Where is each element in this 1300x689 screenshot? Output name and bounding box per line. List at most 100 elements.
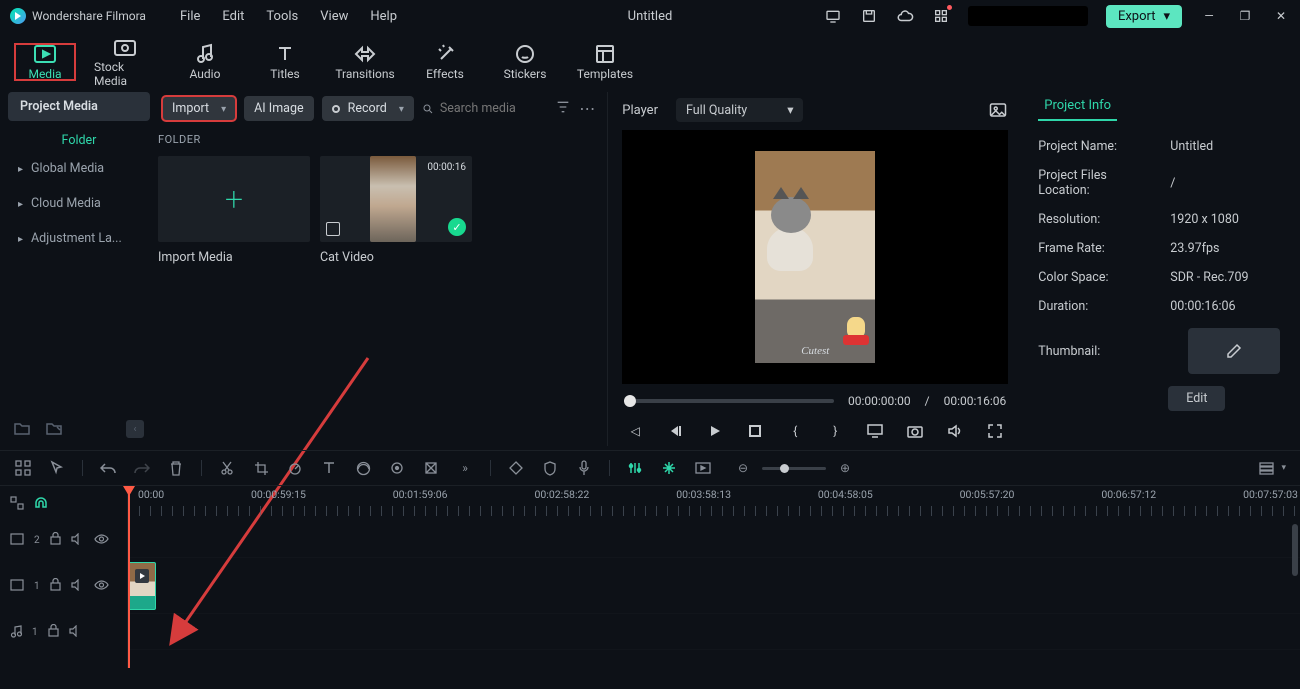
track-head-video-1[interactable]: 1: [0, 558, 127, 614]
mute-icon[interactable]: [71, 533, 84, 548]
stop-button[interactable]: [746, 422, 764, 440]
tab-media[interactable]: Media: [14, 43, 76, 81]
track-audio-1[interactable]: [128, 614, 1300, 650]
folder-link[interactable]: Folder: [8, 133, 150, 148]
zoom-knob[interactable]: [780, 464, 789, 473]
render-preview-button[interactable]: [694, 459, 712, 477]
timeline-clip[interactable]: [128, 562, 156, 610]
track-head-audio-1[interactable]: 1: [0, 614, 127, 650]
new-bin-icon[interactable]: [46, 421, 62, 438]
snapshot-icon[interactable]: [988, 100, 1008, 120]
visibility-icon[interactable]: [94, 579, 109, 593]
split-button[interactable]: [218, 459, 236, 477]
record-button[interactable]: Record: [322, 96, 414, 121]
prev-frame-button[interactable]: ◁: [626, 422, 644, 440]
lock-icon[interactable]: [48, 624, 59, 640]
fullscreen-button[interactable]: [986, 422, 1004, 440]
save-icon[interactable]: [860, 7, 878, 25]
zoom-out-button[interactable]: ⊖: [734, 459, 752, 477]
play-button[interactable]: [706, 422, 724, 440]
preview-viewport[interactable]: Cutest: [622, 130, 1008, 384]
timeline-settings-icon[interactable]: [10, 496, 24, 513]
menu-view[interactable]: View: [320, 9, 348, 24]
menu-file[interactable]: File: [180, 9, 200, 24]
magnet-toggle-icon[interactable]: [34, 496, 48, 513]
more-tools-button[interactable]: »: [456, 459, 474, 477]
playhead[interactable]: [128, 486, 130, 668]
media-search-input[interactable]: [440, 101, 547, 116]
tab-audio[interactable]: Audio: [174, 43, 236, 81]
keyframe-button[interactable]: [388, 459, 406, 477]
sidebar-item-adjustment-layer[interactable]: Adjustment La...: [8, 224, 150, 253]
edit-button[interactable]: Edit: [1168, 386, 1225, 411]
time-ruler[interactable]: 00:00 00:00:59:15 00:01:59:06 00:02:58:2…: [128, 486, 1300, 522]
close-button[interactable]: ✕: [1272, 9, 1290, 23]
marker-shield-button[interactable]: [541, 459, 559, 477]
project-media-heading[interactable]: Project Media: [8, 92, 150, 121]
import-media-tile[interactable]: + Import Media: [158, 156, 310, 265]
device-icon[interactable]: [824, 7, 842, 25]
mute-icon[interactable]: [71, 579, 84, 594]
tab-stickers[interactable]: Stickers: [494, 43, 556, 81]
crop-button[interactable]: [252, 459, 270, 477]
import-button[interactable]: Import: [162, 96, 236, 121]
audio-mixer-button[interactable]: [626, 459, 644, 477]
export-button[interactable]: Export▾: [1106, 5, 1182, 28]
auto-ripple-button[interactable]: [660, 459, 678, 477]
green-screen-button[interactable]: [422, 459, 440, 477]
visibility-icon[interactable]: [94, 533, 109, 547]
track-video-2[interactable]: [128, 522, 1300, 558]
tab-stock-media[interactable]: Stock Media: [94, 36, 156, 88]
timeline-scrollbar[interactable]: [1292, 524, 1298, 576]
marker-diamond-button[interactable]: [507, 459, 525, 477]
new-folder-icon[interactable]: [14, 421, 30, 438]
display-button[interactable]: [866, 422, 884, 440]
lock-icon[interactable]: [50, 578, 61, 594]
collapse-sidebar-button[interactable]: ‹: [126, 420, 144, 438]
mute-icon[interactable]: [69, 625, 82, 640]
account-area[interactable]: [968, 6, 1088, 26]
tab-effects[interactable]: Effects: [414, 43, 476, 81]
delete-button[interactable]: [167, 459, 185, 477]
minimize-button[interactable]: —: [1200, 9, 1218, 23]
menu-edit[interactable]: Edit: [222, 9, 244, 24]
thumbnail-edit-button[interactable]: [1188, 328, 1280, 374]
ai-image-button[interactable]: AI Image: [244, 96, 313, 121]
track-view-dropdown[interactable]: ▾: [1281, 463, 1286, 473]
track-video-1[interactable]: [128, 558, 1300, 614]
quality-dropdown[interactable]: Full Quality▾: [676, 98, 804, 122]
media-clip-cat-video[interactable]: 00:00:16 ✓ Cat Video: [320, 156, 472, 265]
color-button[interactable]: [354, 459, 372, 477]
media-search[interactable]: [422, 101, 547, 116]
tab-transitions[interactable]: Transitions: [334, 43, 396, 81]
filter-icon[interactable]: [555, 99, 571, 118]
volume-button[interactable]: [946, 422, 964, 440]
layout-icon[interactable]: [14, 459, 32, 477]
seek-bar[interactable]: [624, 399, 834, 403]
apps-icon[interactable]: [932, 7, 950, 25]
tab-project-info[interactable]: Project Info: [1038, 92, 1117, 121]
text-button[interactable]: [320, 459, 338, 477]
track-head-video-2[interactable]: 2: [0, 522, 127, 558]
tab-titles[interactable]: Titles: [254, 43, 316, 81]
lock-icon[interactable]: [50, 532, 61, 548]
menu-help[interactable]: Help: [370, 9, 397, 24]
timeline-tracks[interactable]: 00:00 00:00:59:15 00:01:59:06 00:02:58:2…: [128, 486, 1300, 668]
zoom-slider[interactable]: [762, 467, 826, 470]
redo-button[interactable]: [133, 459, 151, 477]
sidebar-item-cloud-media[interactable]: Cloud Media: [8, 189, 150, 218]
voiceover-button[interactable]: [575, 459, 593, 477]
speed-button[interactable]: [286, 459, 304, 477]
tab-templates[interactable]: Templates: [574, 43, 636, 81]
mark-in-button[interactable]: {: [786, 422, 804, 440]
step-back-button[interactable]: [666, 422, 684, 440]
track-view-button[interactable]: [1257, 459, 1275, 477]
cloud-icon[interactable]: [896, 7, 914, 25]
more-icon[interactable]: ⋯: [579, 99, 595, 118]
maximize-button[interactable]: ❐: [1236, 9, 1254, 23]
seek-knob[interactable]: [624, 395, 636, 407]
menu-tools[interactable]: Tools: [266, 9, 298, 24]
sidebar-item-global-media[interactable]: Global Media: [8, 154, 150, 183]
camera-button[interactable]: [906, 422, 924, 440]
mark-out-button[interactable]: }: [826, 422, 844, 440]
